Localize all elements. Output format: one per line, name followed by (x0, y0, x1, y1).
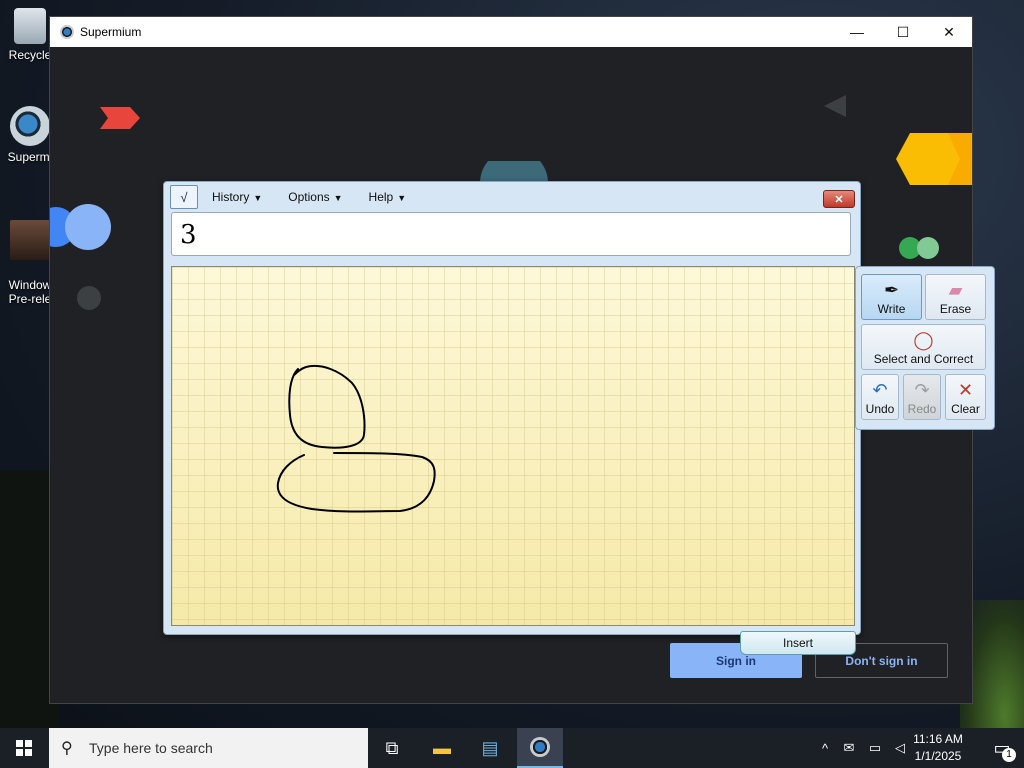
redo-icon: ↷ (914, 380, 930, 400)
clock-date: 1/1/2025 (914, 749, 962, 763)
erase-label: Erase (939, 302, 972, 316)
chevron-down-icon: ▼ (333, 193, 343, 203)
clear-label: Clear (951, 402, 980, 416)
menu-history[interactable]: History ▼ (212, 190, 262, 204)
ink-strokes (276, 365, 436, 513)
panel-close-button[interactable]: ✕ (823, 190, 855, 208)
menu-options[interactable]: Options ▼ (288, 190, 342, 204)
taskbar-search-box[interactable]: ⚲ Type here to search (49, 728, 368, 768)
game-icon (10, 220, 50, 260)
redo-button[interactable]: ↷ Redo (903, 374, 941, 420)
desktop-icon-recycle-bin[interactable]: Recycle (4, 8, 56, 62)
start-button[interactable] (0, 728, 48, 768)
ink-stroke-upper (288, 365, 366, 449)
notification-center-button[interactable]: ▭ 1 (980, 728, 1024, 768)
grey-dot-shape (77, 286, 101, 310)
blue-circles-shape (50, 204, 111, 250)
desktop-icon-supermium[interactable]: Supermi (4, 106, 56, 164)
windows-logo-icon (16, 740, 32, 756)
window-title: Supermium (80, 25, 142, 39)
select-and-correct-label: Select and Correct (873, 352, 974, 366)
menu-help[interactable]: Help ▼ (369, 190, 407, 204)
undo-label: Undo (865, 402, 895, 416)
file-explorer-icon[interactable]: ▬ (419, 728, 465, 768)
clear-button[interactable]: ✕ Clear (945, 374, 986, 420)
clear-x-icon: ✕ (957, 380, 974, 400)
chevron-down-icon: ▼ (397, 193, 407, 203)
recognized-result-field[interactable]: 3 (171, 212, 851, 256)
ink-stroke-lower (276, 452, 436, 513)
insert-button[interactable]: Insert (740, 631, 856, 655)
erase-button[interactable]: ▰ Erase (925, 274, 986, 320)
taskbar: ⚲ Type here to search ⧉ ▬ ▤ ^ ✉ ▭ ◁ 11:1… (0, 728, 1024, 768)
clock[interactable]: 11:16 AM 1/1/2025 (902, 731, 974, 765)
redo-label: Redo (907, 402, 937, 416)
menu-history-label: History (212, 190, 250, 204)
desktop-icon-windows-preview[interactable]: Window Pre-rele (4, 206, 56, 320)
notification-count-badge: 1 (1002, 748, 1016, 762)
network-icon[interactable]: ▭ (862, 740, 888, 756)
write-button[interactable]: ✒ Write (861, 274, 922, 320)
yellow-hexagon-shape (896, 133, 972, 185)
eraser-icon: ▰ (948, 280, 963, 300)
search-icon: ⚲ (61, 740, 73, 757)
minimize-button[interactable]: — (834, 17, 880, 47)
menu-options-label: Options (288, 190, 330, 204)
math-input-panel: √ History ▼ Options ▼ Help ▼ ✕ 3 (163, 181, 861, 635)
select-and-correct-button[interactable]: ◯ Select and Correct (861, 324, 986, 370)
avatar-partial-shape (480, 161, 548, 183)
pen-input-tray-icon[interactable]: ✉ (836, 740, 862, 756)
supermium-logo-icon (60, 25, 74, 39)
green-dots-shape (899, 237, 939, 259)
tools-panel: ✒ Write ▰ Erase ◯ Select and Correct ↶ U… (855, 266, 995, 430)
desktop-icon-label: Supermi (7, 150, 53, 164)
math-input-logo-icon: √ (170, 185, 198, 209)
maximize-button[interactable]: ☐ (880, 17, 926, 47)
red-arrow-shape (100, 107, 140, 129)
panel-menubar: √ History ▼ Options ▼ Help ▼ (170, 184, 432, 210)
close-button[interactable]: ✕ (926, 17, 972, 47)
window-titlebar[interactable]: Supermium — ☐ ✕ (50, 17, 972, 47)
handwriting-pad[interactable] (171, 266, 855, 626)
chevron-down-icon: ▼ (253, 193, 263, 203)
system-tray: ^ ✉ ▭ ◁ (814, 728, 912, 768)
undo-button[interactable]: ↶ Undo (861, 374, 899, 420)
recycle-bin-icon (14, 8, 46, 44)
lasso-icon: ◯ (913, 330, 934, 350)
grey-triangle-shape (824, 95, 846, 117)
chevron-up-icon[interactable]: ^ (814, 741, 836, 756)
supermium-icon (10, 106, 50, 146)
desktop-icon-label: Recycle (8, 48, 52, 62)
supermium-taskbar-icon[interactable] (517, 728, 563, 768)
supermium-logo-icon (530, 737, 550, 757)
menu-help-label: Help (368, 190, 394, 204)
clock-time: 11:16 AM (913, 732, 963, 746)
write-label: Write (877, 302, 906, 316)
search-placeholder: Type here to search (89, 740, 213, 756)
undo-icon: ↶ (872, 380, 888, 400)
desktop-icon-label: Window Pre-rele (8, 278, 52, 306)
file-manager-icon[interactable]: ▤ (467, 728, 513, 768)
task-view-icon[interactable]: ⧉ (369, 728, 415, 768)
pen-icon: ✒ (883, 280, 900, 300)
